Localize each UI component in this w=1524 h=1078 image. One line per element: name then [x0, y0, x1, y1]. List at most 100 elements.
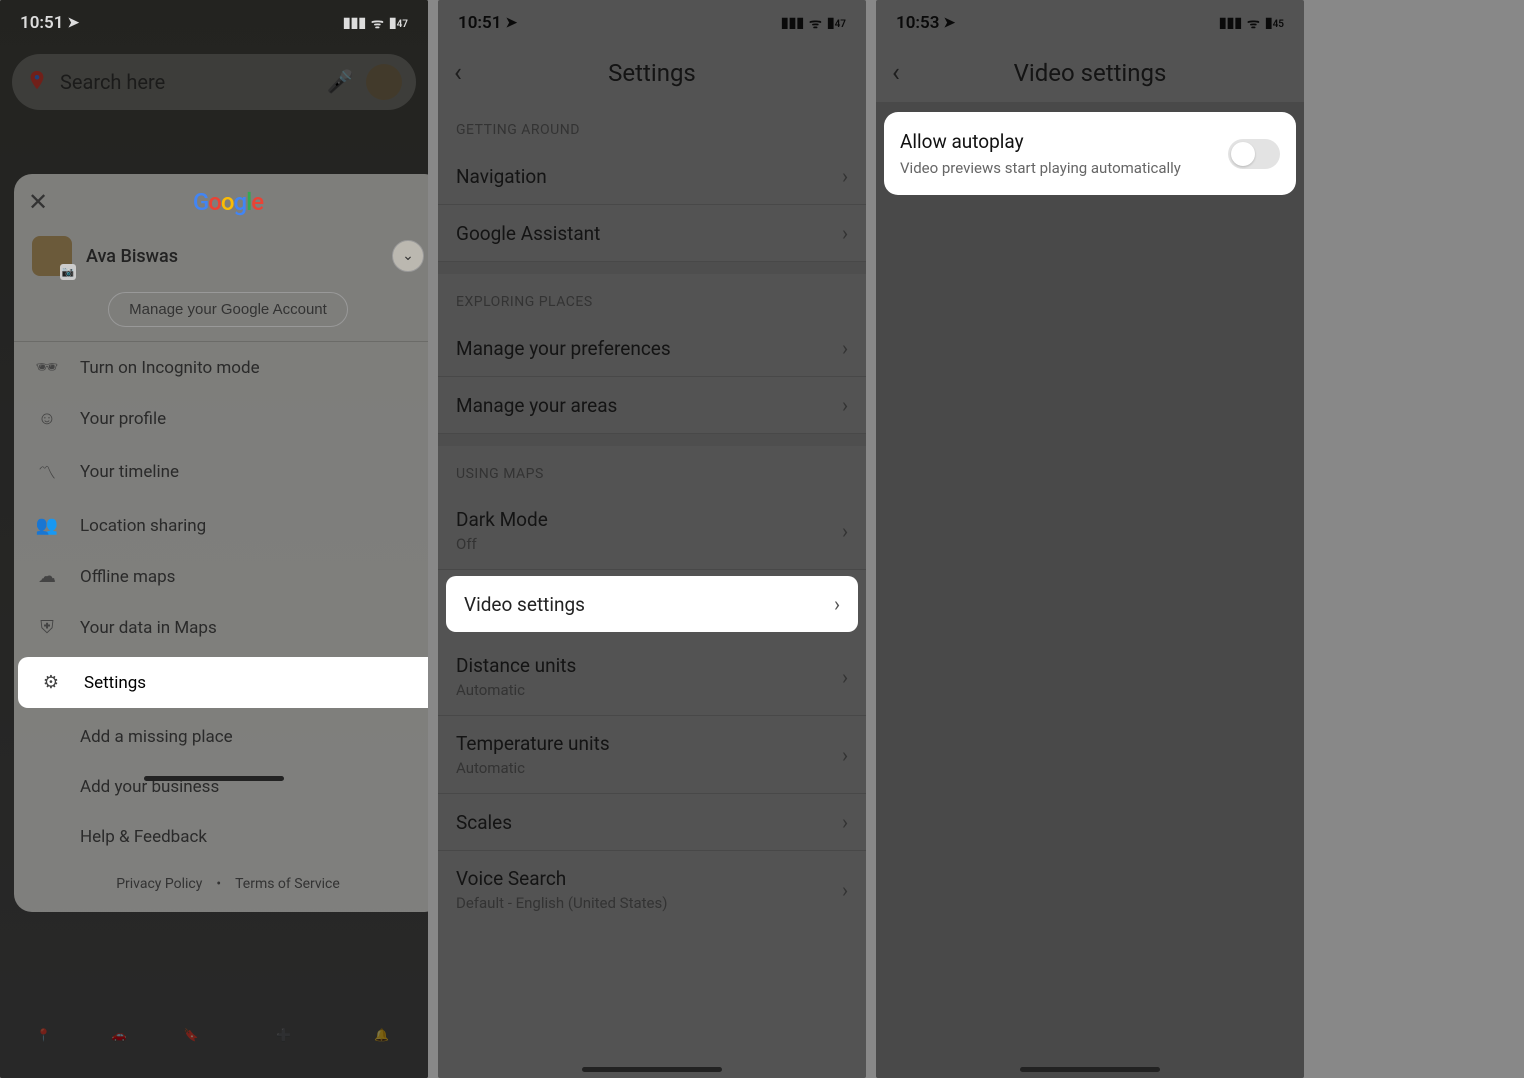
status-time: 10:51 — [20, 13, 63, 33]
privacy-link[interactable]: Privacy Policy — [116, 876, 202, 892]
status-bar: 10:53 ➤ ▮▮▮ ᯤ ▮45 — [876, 0, 1304, 44]
page-title: Video settings — [1014, 59, 1167, 87]
manage-account-button[interactable]: Manage your Google Account — [108, 292, 348, 327]
switch-knob — [1231, 142, 1255, 166]
mic-icon[interactable]: 🎤 — [327, 70, 354, 95]
signal-icon: ▮▮▮ — [781, 15, 804, 31]
chevron-down-icon[interactable]: ⌄ — [392, 240, 424, 272]
search-bar[interactable]: Search here 🎤 — [12, 54, 416, 110]
chevron-right-icon: › — [842, 743, 848, 767]
menu-offline-maps[interactable]: ☁Offline maps — [14, 551, 428, 602]
row-dark-mode[interactable]: Dark ModeOff› — [438, 492, 866, 570]
signal-icon: ▮▮▮ — [343, 15, 366, 31]
account-name: Ava Biswas — [86, 246, 178, 267]
menu-timeline[interactable]: 〽Your timeline — [14, 444, 428, 500]
gear-icon: ⚙ — [40, 672, 62, 693]
shield-icon: ⛨ — [36, 617, 58, 638]
status-time: 10:53 — [896, 13, 939, 33]
tab-go[interactable]: 🚗Go — [112, 1028, 127, 1058]
menu-profile[interactable]: ☺Your profile — [14, 393, 428, 444]
camera-badge-icon: 📷 — [60, 264, 76, 280]
tab-updates[interactable]: 🔔Updates — [360, 1028, 404, 1058]
screen-video-settings: 10:53 ➤ ▮▮▮ ᯤ ▮45 ‹ Video settings Allow… — [876, 0, 1304, 1078]
row-temperature-units[interactable]: Temperature unitsAutomatic› — [438, 716, 866, 794]
menu-settings[interactable]: ⚙Settings — [18, 657, 428, 708]
menu-location-sharing[interactable]: 👥Location sharing — [14, 500, 428, 551]
timeline-icon: 〽 — [36, 459, 58, 485]
row-video-settings[interactable]: Video settings› — [446, 576, 858, 632]
autoplay-title: Allow autoplay — [900, 130, 1181, 153]
back-icon[interactable]: ‹ — [892, 58, 900, 88]
chevron-right-icon: › — [842, 336, 848, 360]
row-scales[interactable]: Scales› — [438, 794, 866, 851]
home-indicator — [582, 1067, 722, 1072]
account-sheet: ✕ Google 📷 Ava Biswas ⌄ Manage your Goog… — [14, 174, 428, 912]
back-icon[interactable]: ‹ — [454, 58, 462, 88]
search-placeholder: Search here — [60, 70, 315, 94]
battery-icon: ▮47 — [827, 15, 846, 31]
signal-icon: ▮▮▮ — [1219, 15, 1242, 31]
home-indicator — [144, 776, 284, 781]
row-manage-areas[interactable]: Manage your areas› — [438, 377, 866, 434]
menu-incognito[interactable]: 🕶Turn on Incognito mode — [14, 342, 428, 393]
autoplay-subtitle: Video previews start playing automatical… — [900, 159, 1181, 177]
menu-add-missing-place[interactable]: Add a missing place — [14, 712, 428, 762]
header: ‹ Settings — [438, 44, 866, 102]
cloud-off-icon: ☁ — [36, 566, 58, 587]
tab-saved[interactable]: 🔖Saved — [175, 1028, 207, 1058]
account-row[interactable]: 📷 Ava Biswas ⌄ — [14, 230, 428, 282]
avatar[interactable] — [366, 64, 402, 100]
chevron-right-icon: › — [842, 221, 848, 245]
footer-links: Privacy Policy • Terms of Service — [14, 862, 428, 912]
tab-contribute[interactable]: ➕Contribute — [256, 1028, 312, 1058]
incognito-icon: 🕶 — [36, 357, 58, 378]
section-gap — [438, 434, 866, 446]
home-indicator — [1020, 1067, 1160, 1072]
chevron-right-icon: › — [842, 393, 848, 417]
row-navigation[interactable]: Navigation› — [438, 148, 866, 205]
bottom-tabs: 📍Explore 🚗Go 🔖Saved ➕Contribute 🔔Updates — [0, 1008, 428, 1078]
screen-settings: 10:51 ➤ ▮▮▮ ᯤ ▮47 ‹ Settings GETTING ARO… — [438, 0, 866, 1078]
location-arrow-icon: ➤ — [67, 15, 79, 31]
tab-explore[interactable]: 📍Explore — [24, 1028, 64, 1058]
row-distance-units[interactable]: Distance unitsAutomatic› — [438, 638, 866, 716]
location-sharing-icon: 👥 — [36, 515, 58, 536]
terms-link[interactable]: Terms of Service — [235, 876, 340, 892]
avatar: 📷 — [32, 236, 72, 276]
profile-icon: ☺ — [36, 408, 58, 429]
autoplay-toggle[interactable] — [1228, 139, 1280, 169]
chevron-right-icon: › — [842, 164, 848, 188]
battery-icon: ▮45 — [1265, 15, 1284, 31]
row-google-assistant[interactable]: Google Assistant› — [438, 205, 866, 262]
page-title: Settings — [608, 59, 696, 87]
chevron-right-icon: › — [834, 592, 840, 616]
location-arrow-icon: ➤ — [943, 15, 955, 31]
row-voice-search[interactable]: Voice SearchDefault - English (United St… — [438, 851, 866, 928]
autoplay-row[interactable]: Allow autoplay Video previews start play… — [884, 112, 1296, 195]
chevron-right-icon: › — [842, 665, 848, 689]
body-background — [876, 102, 1304, 1078]
close-icon[interactable]: ✕ — [28, 188, 48, 216]
screen-account-menu: 10:51 ➤ ▮▮▮ ᯤ ▮47 Search here 🎤 📍Explore… — [0, 0, 428, 1078]
header: ‹ Video settings — [876, 44, 1304, 102]
battery-icon: ▮47 — [389, 15, 408, 31]
settings-content: GETTING AROUND Navigation› Google Assist… — [438, 102, 866, 928]
wifi-icon: ᯤ — [1247, 14, 1260, 33]
status-bar: 10:51 ➤ ▮▮▮ ᯤ ▮47 — [438, 0, 866, 44]
wifi-icon: ᯤ — [809, 14, 822, 33]
menu-list: 🕶Turn on Incognito mode ☺Your profile 〽Y… — [14, 342, 428, 862]
chevron-right-icon: › — [842, 810, 848, 834]
section-using-maps: USING MAPS — [438, 446, 866, 492]
location-arrow-icon: ➤ — [505, 15, 517, 31]
chevron-right-icon: › — [842, 878, 848, 902]
status-bar: 10:51 ➤ ▮▮▮ ᯤ ▮47 — [0, 0, 428, 44]
menu-add-business[interactable]: Add your business — [14, 762, 428, 812]
section-gap — [438, 262, 866, 274]
dot-separator: • — [216, 876, 221, 892]
row-manage-preferences[interactable]: Manage your preferences› — [438, 320, 866, 377]
menu-your-data[interactable]: ⛨Your data in Maps — [14, 602, 428, 653]
section-exploring-places: EXPLORING PLACES — [438, 274, 866, 320]
pin-icon — [26, 69, 48, 95]
wifi-icon: ᯤ — [371, 14, 384, 33]
menu-help-feedback[interactable]: Help & Feedback — [14, 812, 428, 862]
